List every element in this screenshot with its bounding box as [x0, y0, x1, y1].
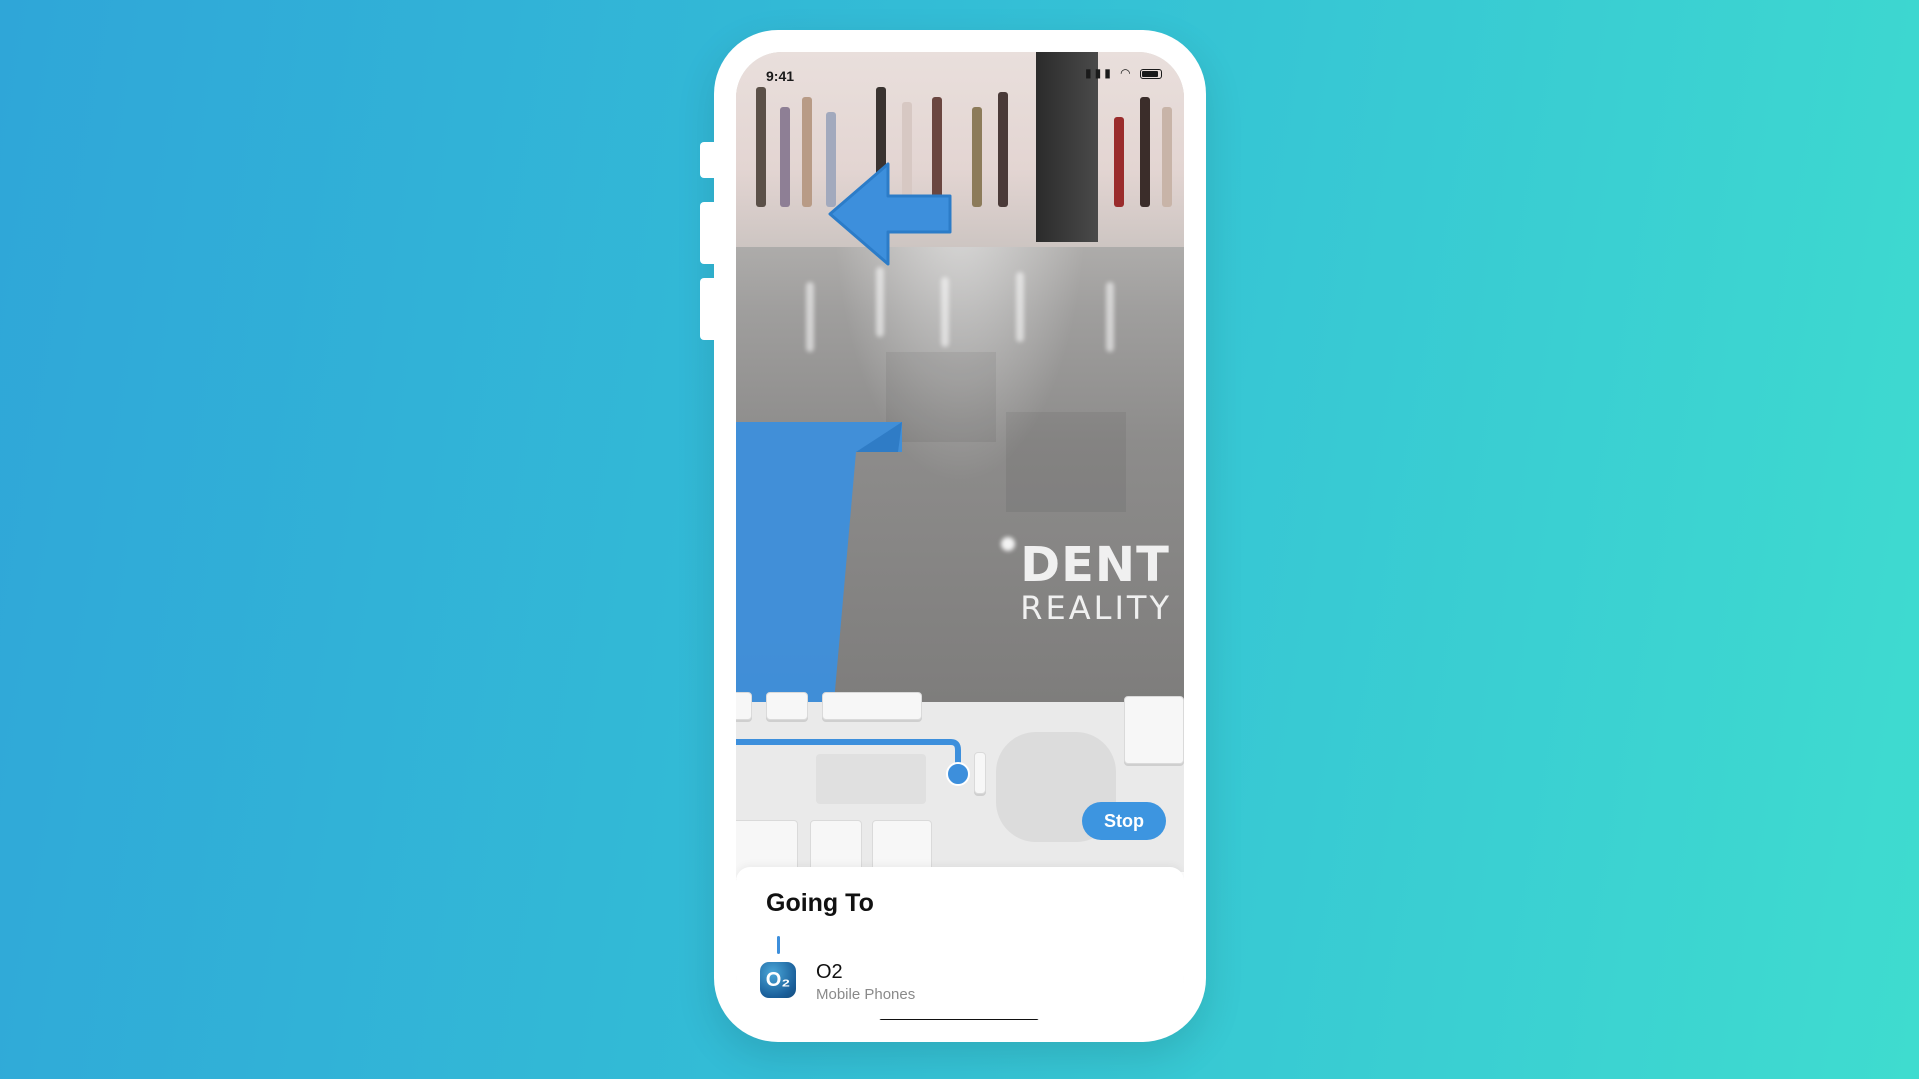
watermark-line1: DENT: [1020, 537, 1170, 593]
phone-screen: 9:41 ▮▮▮ ◠ DENT REALITY Stop Going To O₂…: [736, 52, 1184, 1020]
o2-logo-icon: O₂: [760, 962, 796, 998]
status-time: 9:41: [766, 68, 795, 84]
volume-up-button: [700, 202, 716, 264]
volume-down-button: [700, 278, 716, 340]
going-to-title: Going To: [766, 889, 874, 917]
stop-navigation-button[interactable]: Stop: [1082, 802, 1166, 840]
map-route: [736, 739, 970, 786]
phone-frame: 9:41 ▮▮▮ ◠ DENT REALITY Stop Going To O₂…: [700, 30, 1206, 1042]
home-indicator[interactable]: [879, 1019, 1039, 1020]
indoor-map[interactable]: Stop: [736, 692, 1184, 880]
destination-category: Mobile Phones: [816, 986, 916, 1003]
battery-icon: [1140, 68, 1162, 79]
route-connector: [777, 936, 780, 954]
left-arrow-icon: [828, 162, 952, 266]
ar-camera-view: 9:41 ▮▮▮ ◠ DENT REALITY: [736, 52, 1184, 702]
status-bar: 9:41 ▮▮▮ ◠: [736, 52, 1184, 92]
status-icons: ▮▮▮ ◠: [1085, 66, 1162, 80]
current-location-dot: [946, 762, 970, 786]
map-route-line: [736, 739, 961, 771]
mute-switch: [700, 142, 716, 178]
cellular-signal-icon: ▮▮▮: [1085, 66, 1114, 80]
dent-reality-watermark: DENT REALITY: [1020, 540, 1172, 626]
wifi-icon: ◠: [1120, 66, 1134, 80]
going-to-card: Going To O₂ O2 Mobile Phones: [736, 867, 1184, 1020]
watermark-line2: REALITY: [1020, 589, 1172, 627]
destination-name[interactable]: O2: [816, 961, 843, 984]
